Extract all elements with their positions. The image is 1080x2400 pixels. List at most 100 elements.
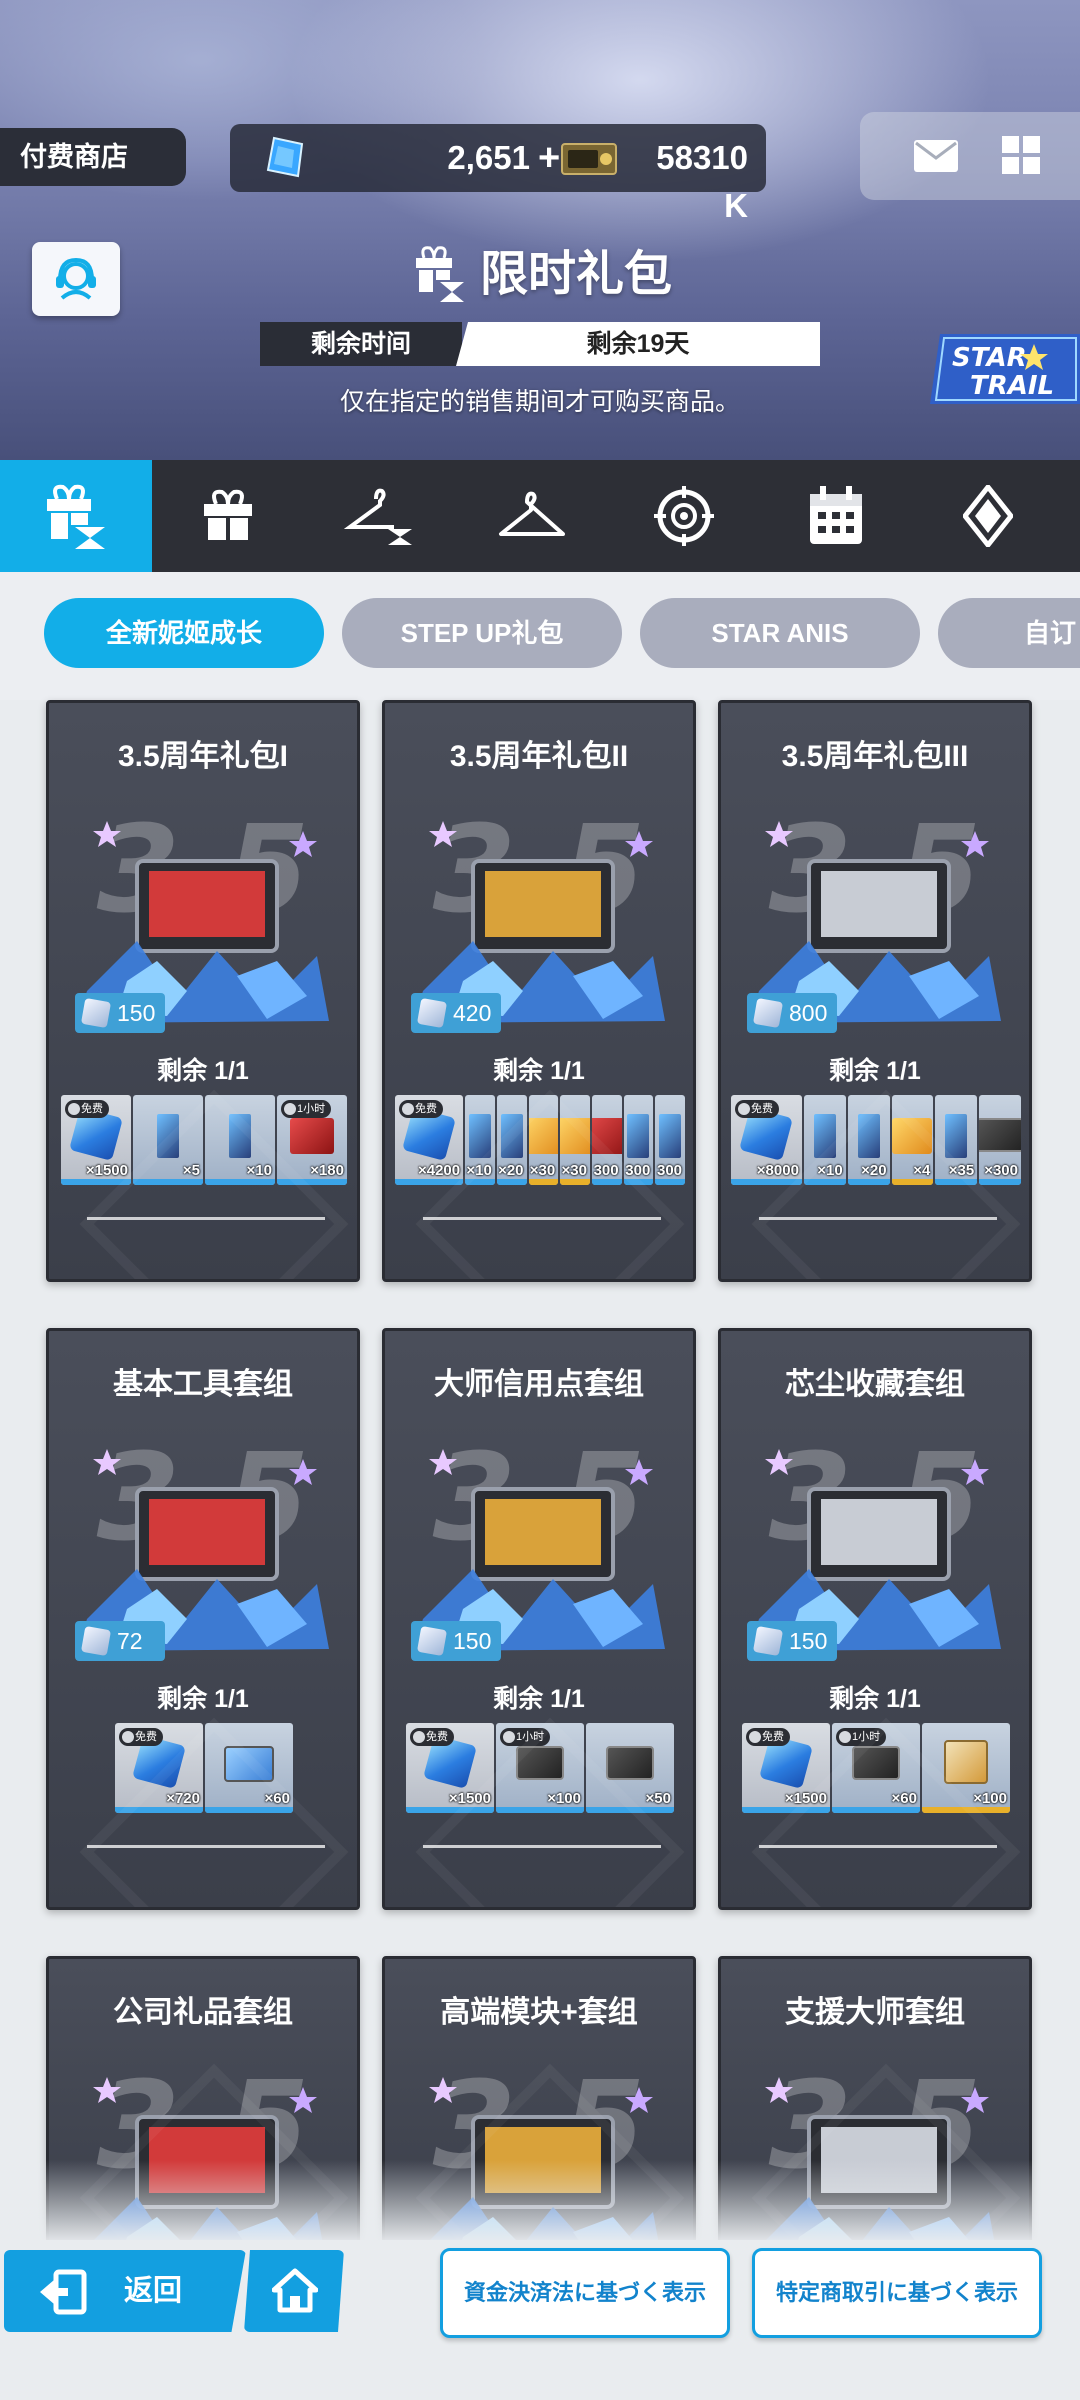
mail-icon[interactable] (912, 136, 960, 176)
reward-item[interactable]: ×4 (891, 1095, 934, 1185)
reward-item[interactable]: 300 (655, 1095, 686, 1185)
package-title: 高端模块+套组 (440, 1996, 638, 2029)
reward-item[interactable]: ×20 (496, 1095, 527, 1185)
tab-costume[interactable] (456, 460, 608, 572)
home-button[interactable] (244, 2250, 344, 2332)
package-grid: 3.5周年礼包I3.5150剩余 1/1免费×1500×5×101小时×1803… (0, 700, 1080, 2256)
package-card[interactable]: 大师信用点套组3.5150剩余 1/1免费×15001小时×100×50 (382, 1328, 696, 1910)
reward-item[interactable]: ×30 (528, 1095, 559, 1185)
reward-item[interactable]: ×10 (465, 1095, 495, 1185)
reward-item[interactable]: ×30 (560, 1095, 590, 1185)
box-item-icon (944, 1740, 988, 1784)
package-card[interactable]: 基本工具套组3.572剩余 1/1免费×720×60 (46, 1328, 360, 1910)
back-button[interactable]: 返回 (4, 2250, 246, 2332)
page-title: 限时礼包 (480, 248, 673, 301)
customer-support-button[interactable] (32, 242, 120, 316)
price-value: 420 (453, 1000, 492, 1026)
item-tag: 免费 (398, 1100, 443, 1118)
item-quantity: ×720 (166, 1790, 200, 1807)
item-rarity-bar (922, 1807, 1010, 1813)
item-quantity: ×10 (246, 1162, 272, 1179)
gold-item-icon (892, 1118, 933, 1154)
tab-gift[interactable] (152, 460, 304, 572)
item-quantity: ×35 (948, 1162, 975, 1179)
reward-item[interactable]: ×60 (205, 1723, 293, 1813)
item-quantity: ×60 (264, 1790, 290, 1807)
price-value: 150 (789, 1628, 828, 1654)
item-rarity-bar (277, 1179, 347, 1185)
item-rarity-bar (115, 1807, 203, 1813)
reward-item[interactable]: 1小时 ×100 (496, 1723, 584, 1813)
gem-icon (752, 997, 784, 1029)
hanger-hourglass-icon (344, 488, 412, 545)
reward-item[interactable]: ×35 (935, 1095, 978, 1185)
hanger-icon (499, 491, 565, 536)
card-item-icon (659, 1114, 682, 1158)
card-divider (87, 1217, 325, 1220)
package-card[interactable]: 3.5周年礼包I3.5150剩余 1/1免费×1500×5×101小时×180 (46, 700, 360, 1282)
subtab-star-anis[interactable]: STAR ANIS (640, 598, 920, 668)
item-rarity-bar (979, 1179, 1021, 1185)
reward-items-row: 免费 ×1500 1小时 ×100 ×50 (395, 1723, 685, 1815)
reward-item[interactable]: 免费 ×1500 (742, 1723, 830, 1813)
item-rarity-bar (623, 1179, 654, 1185)
tab-emblem[interactable] (912, 460, 1064, 572)
price-value: 800 (789, 1000, 828, 1026)
reward-item[interactable]: ×100 (922, 1723, 1010, 1813)
package-title: 3.5周年礼包III (781, 740, 969, 773)
commercial-transactions-act-button[interactable]: 特定商取引に基づく表示 (752, 2248, 1042, 2338)
item-quantity: ×30 (529, 1162, 556, 1179)
item-tag: 1小时 (500, 1728, 551, 1746)
item-quantity: ×100 (973, 1790, 1007, 1807)
tab-limited-gift[interactable] (0, 460, 152, 572)
reward-item[interactable]: ×10 (205, 1095, 275, 1185)
card-item-icon (157, 1114, 179, 1158)
reward-item[interactable]: 1小时 ×60 (832, 1723, 920, 1813)
tab-costume-limited[interactable] (304, 460, 456, 572)
price-badge: 420 (411, 993, 501, 1033)
package-card[interactable]: 3.5周年礼包II3.5420剩余 1/1免费×4200×10×20×30×30… (382, 700, 696, 1282)
item-tag: 免费 (65, 1100, 109, 1118)
reward-item[interactable]: 免费 ×720 (115, 1723, 203, 1813)
subtab-new-nikke-growth[interactable]: 全新妮姬成长 (44, 598, 324, 668)
star-trail-event-logo[interactable]: STAR TRAIL (930, 330, 1080, 408)
card-divider (759, 1217, 997, 1220)
reward-item[interactable]: ×5 (133, 1095, 203, 1185)
item-quantity: ×8000 (756, 1162, 799, 1179)
subtab-step-up[interactable]: STEP UP礼包 (342, 598, 622, 668)
item-rarity-bar (496, 1179, 527, 1185)
reward-item[interactable]: 免费 ×4200 (394, 1095, 464, 1185)
reward-item[interactable]: 300 (623, 1095, 654, 1185)
reward-item[interactable]: ×20 (847, 1095, 890, 1185)
card-divider (423, 1217, 661, 1220)
tab-calendar[interactable] (760, 460, 912, 572)
item-tag: 免费 (410, 1728, 454, 1746)
item-rarity-bar (394, 1179, 464, 1185)
tab-target[interactable] (608, 460, 760, 572)
card-divider (423, 1845, 661, 1848)
headset-icon (56, 257, 96, 300)
subtab-custom[interactable]: 自订 (938, 598, 1080, 668)
reward-item[interactable]: ×10 (803, 1095, 846, 1185)
package-card[interactable]: 3.5周年礼包III3.5800剩余 1/1免费×8000×10×20×4×35… (718, 700, 1032, 1282)
payment-services-act-button[interactable]: 資金決済法に基づく表示 (440, 2248, 730, 2338)
card-divider (87, 1845, 325, 1848)
reward-item[interactable]: ×300 (979, 1095, 1021, 1185)
gem-icon (416, 1625, 448, 1657)
reward-item[interactable]: 免费 ×8000 (731, 1095, 802, 1185)
package-card[interactable]: 芯尘收藏套组3.5150剩余 1/1免费×15001小时×60×100 (718, 1328, 1032, 1910)
back-label: 返回 (124, 2275, 183, 2307)
purchase-limit: 剩余 1/1 (829, 1685, 921, 1713)
reward-items-row: 免费 ×1500 ×5 ×10 1小时 ×180 (59, 1095, 349, 1187)
reward-item[interactable]: 300 (591, 1095, 622, 1185)
reward-item[interactable]: 免费 ×1500 (61, 1095, 131, 1185)
item-quantity: ×60 (891, 1790, 917, 1807)
reward-item[interactable]: 1小时 ×180 (277, 1095, 347, 1185)
add-gems-button[interactable]: + (538, 134, 560, 182)
package-title: 大师信用点套组 (434, 1368, 644, 1401)
svg-text:STAR: STAR (952, 343, 1027, 373)
gem-icon (416, 997, 448, 1029)
menu-grid-icon[interactable] (1000, 134, 1042, 176)
reward-item[interactable]: 免费 ×1500 (406, 1723, 494, 1813)
reward-item[interactable]: ×50 (586, 1723, 674, 1813)
